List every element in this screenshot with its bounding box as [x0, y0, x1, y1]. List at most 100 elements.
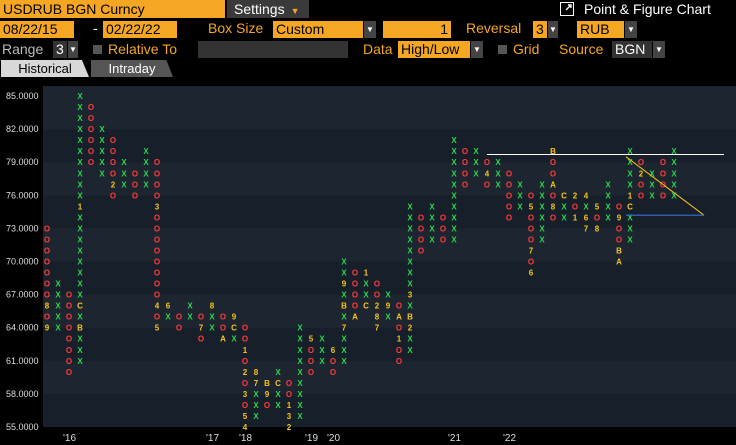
date-separator: -	[93, 20, 98, 36]
o-box: 8	[45, 302, 50, 311]
o-box: O	[176, 313, 182, 322]
x-box: X	[253, 390, 259, 399]
o-box: O	[418, 213, 424, 222]
x-box: X	[429, 235, 435, 244]
currency-select[interactable]: RUB	[577, 21, 624, 38]
x-box: X	[297, 390, 303, 399]
source-select[interactable]: BGN	[612, 41, 652, 58]
o-box: O	[154, 235, 160, 244]
x-box: X	[253, 401, 259, 410]
x-tick-label: '21	[448, 433, 461, 444]
x-box: X	[297, 335, 303, 344]
settings-button[interactable]: Settings ▼	[227, 0, 309, 18]
x-box: B	[407, 313, 413, 322]
x-box: 1	[78, 202, 83, 211]
x-box: X	[363, 291, 369, 300]
x-box: X	[165, 313, 171, 322]
x-box: X	[77, 246, 83, 255]
x-box: X	[517, 180, 523, 189]
x-box: X	[297, 324, 303, 333]
y-tick-label: 70.0000	[6, 257, 39, 267]
x-box: X	[627, 169, 633, 178]
o-box: B	[550, 147, 556, 156]
tab-intraday[interactable]: Intraday	[91, 60, 173, 77]
x-box: X	[539, 191, 545, 200]
o-box: 1	[243, 346, 248, 355]
chevron-down-icon[interactable]: ▼	[364, 21, 376, 38]
o-box: O	[396, 346, 402, 355]
grid-checkbox[interactable]: Grid	[498, 40, 539, 59]
x-box: X	[99, 158, 105, 167]
source-label: Source	[559, 41, 604, 57]
chart-title[interactable]: Point & Figure Chart	[560, 0, 711, 18]
o-box: O	[528, 191, 534, 200]
external-link-icon[interactable]	[560, 2, 574, 16]
o-box: 6	[331, 346, 336, 355]
o-box: O	[88, 125, 94, 134]
o-box: O	[110, 191, 116, 200]
o-box: O	[88, 103, 94, 112]
relative-to-label: Relative To	[108, 41, 178, 57]
o-box: O	[374, 280, 380, 289]
o-box: 8	[551, 202, 556, 211]
x-box: X	[605, 213, 611, 222]
options-row: Range 3 ▼ Relative To Data High/Low ▼ Gr…	[0, 40, 736, 59]
o-box: 5	[595, 202, 600, 211]
chevron-down-icon[interactable]: ▼	[653, 41, 665, 58]
o-box: B	[264, 379, 270, 388]
o-box: O	[440, 213, 446, 222]
x-box: X	[99, 136, 105, 145]
pf-chart[interactable]: 85.0000 82.0000 79.0000 76.0000 73.0000 70.00…	[0, 78, 736, 445]
o-box: O	[154, 180, 160, 189]
o-box: O	[66, 335, 72, 344]
x-box: X	[407, 224, 413, 233]
x-box: X	[407, 246, 413, 255]
x-box: X	[407, 335, 413, 344]
x-box: 6	[166, 302, 171, 311]
x-box: X	[77, 103, 83, 112]
chevron-down-icon[interactable]: ▼	[68, 41, 78, 58]
start-date-field[interactable]: 08/22/15	[0, 21, 74, 38]
range-field[interactable]: 3	[53, 41, 67, 58]
box-value-field[interactable]: 1	[383, 21, 451, 38]
y-tick-label: 85.0000	[6, 91, 39, 101]
chevron-down-icon[interactable]: ▼	[471, 41, 483, 58]
x-box: X	[429, 213, 435, 222]
x-box: X	[363, 280, 369, 289]
box-size-select[interactable]: Custom	[273, 21, 363, 38]
x-box: X	[77, 346, 83, 355]
data-label: Data	[363, 41, 393, 57]
data-select[interactable]: High/Low	[398, 41, 470, 58]
o-box: O	[308, 368, 314, 377]
y-tick-label: 55.0000	[6, 422, 39, 432]
x-box: X	[451, 147, 457, 156]
x-box: X	[671, 169, 677, 178]
o-box: 4	[243, 423, 248, 432]
chevron-down-icon[interactable]: ▼	[548, 21, 558, 38]
relative-to-field[interactable]	[198, 41, 348, 58]
x-tick-label: '18	[239, 433, 252, 444]
o-box: 5	[529, 202, 534, 211]
x-box: X	[297, 401, 303, 410]
end-date-field[interactable]: 02/22/22	[103, 21, 177, 38]
checkbox-icon[interactable]	[498, 45, 507, 54]
o-box: O	[462, 158, 468, 167]
o-box: O	[352, 302, 358, 311]
ticker-field[interactable]: USDRUB BGN Curncy	[0, 0, 225, 18]
chevron-down-icon[interactable]: ▼	[625, 21, 637, 38]
relative-to-checkbox[interactable]: Relative To	[93, 40, 177, 59]
o-box: O	[506, 180, 512, 189]
tab-historical[interactable]: Historical	[1, 60, 89, 77]
o-box: O	[506, 202, 512, 211]
x-box: X	[77, 213, 83, 222]
x-box: X	[385, 313, 391, 322]
o-box: O	[44, 258, 50, 267]
x-box: X	[77, 291, 83, 300]
reversal-field[interactable]: 3	[533, 21, 547, 38]
x-box: X	[143, 180, 149, 189]
x-box: X	[341, 346, 347, 355]
o-box: A	[550, 180, 556, 189]
y-tick-label: 76.0000	[6, 190, 39, 200]
x-box: X	[451, 158, 457, 167]
checkbox-icon[interactable]	[93, 45, 102, 54]
